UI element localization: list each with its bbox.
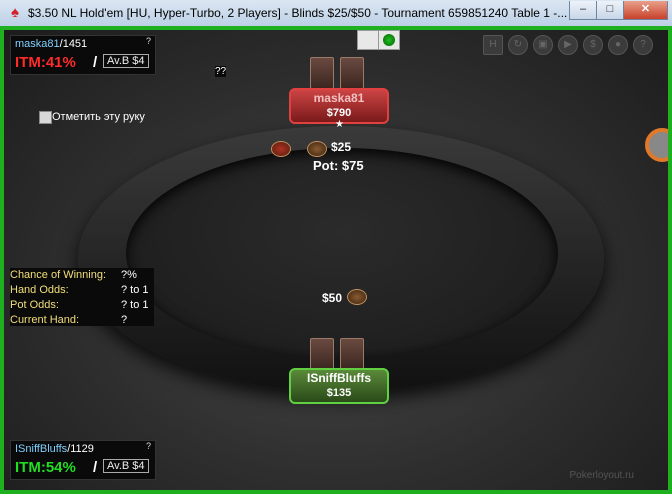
hud-bottom-itm: ITM:54% bbox=[15, 459, 76, 476]
odds-row: Chance of Winning:?% bbox=[10, 268, 154, 283]
hand-history-icon[interactable]: H bbox=[483, 35, 503, 55]
top-bet-amount: $25 bbox=[331, 140, 352, 154]
hud-bottom-line: ISniffBluffs/1129 bbox=[15, 443, 94, 455]
hud-top-itm: ITM:41% bbox=[15, 54, 76, 71]
hud-bottom-user: ISniffBluffs bbox=[15, 443, 68, 455]
star-icon: ★ bbox=[335, 119, 344, 130]
hud-bottom-slash: / bbox=[93, 459, 98, 476]
hud-top-line: maska81/1451 bbox=[15, 38, 87, 50]
odds-label: Pot Odds: bbox=[10, 299, 59, 311]
odds-value: ?% bbox=[121, 269, 137, 281]
replay-icon[interactable]: ▶ bbox=[558, 35, 578, 55]
help-icon[interactable]: ? bbox=[633, 35, 653, 55]
card-back bbox=[340, 57, 364, 89]
minimize-button[interactable]: – bbox=[569, 1, 597, 20]
table-options-icon[interactable] bbox=[645, 128, 668, 162]
odds-value: ? to 1 bbox=[121, 284, 149, 296]
card-back bbox=[340, 338, 364, 370]
hud-top-avb: Av.B $4 bbox=[103, 54, 149, 68]
odds-panel: Chance of Winning:?% Hand Odds: ? to 1 Po… bbox=[10, 268, 154, 326]
odds-row: Current Hand:? bbox=[10, 313, 154, 328]
hud-bottom-hands: /1129 bbox=[67, 443, 94, 455]
bottom-bet-amount: $50 bbox=[322, 291, 343, 305]
close-button[interactable]: ✕ bbox=[623, 1, 668, 20]
lobby-icon[interactable]: ▣ bbox=[533, 35, 553, 55]
odds-label: Current Hand: bbox=[10, 314, 80, 326]
odds-value: ? bbox=[121, 314, 128, 326]
seat-bottom-plate[interactable]: ISniffBluffs $135 bbox=[289, 368, 389, 404]
chip-stack-icon bbox=[347, 289, 367, 305]
maximize-button[interactable]: □ bbox=[596, 1, 624, 20]
mark-hand-checkbox[interactable] bbox=[39, 111, 52, 124]
poker-table-area: maska81/1451 ? ITM:41% / Av.B $4 ?? Отме… bbox=[4, 30, 668, 490]
chip-stack-icon bbox=[307, 141, 327, 157]
settings-icon[interactable]: ● bbox=[608, 35, 628, 55]
hud-bottom-avb: Av.B $4 bbox=[103, 459, 149, 473]
note-tag-icon[interactable] bbox=[357, 30, 379, 50]
odds-label: Chance of Winning: bbox=[10, 269, 106, 281]
hud-top-help-icon[interactable]: ? bbox=[146, 36, 151, 46]
watermark: Pokerloyout.ru bbox=[569, 470, 634, 481]
hud-top-slash: / bbox=[93, 54, 98, 71]
pokerstars-logo-icon: ♠ bbox=[11, 4, 19, 21]
chip-tag-icon[interactable] bbox=[378, 30, 400, 50]
hud-top[interactable]: maska81/1451 ? ITM:41% / Av.B $4 bbox=[10, 35, 156, 75]
seat-bottom-stack: $135 bbox=[326, 387, 352, 399]
card-back bbox=[310, 338, 334, 370]
seat-bottom-name: ISniffBluffs bbox=[307, 371, 371, 385]
card-back bbox=[310, 57, 334, 89]
dealer-button-icon bbox=[271, 141, 291, 157]
table-felt bbox=[126, 148, 558, 358]
seat-top-stack: $790 bbox=[326, 107, 352, 119]
hud-bottom-help-icon[interactable]: ? bbox=[146, 441, 151, 451]
seat-top-name: maska81 bbox=[313, 91, 365, 105]
odds-value: ? to 1 bbox=[121, 299, 149, 311]
title-bar: ♠ $3.50 NL Hold'em [HU, Hyper-Turbo, 2 P… bbox=[0, 0, 672, 27]
chip-icon bbox=[383, 34, 395, 46]
hud-top-user: maska81 bbox=[15, 38, 60, 50]
window-title: $3.50 NL Hold'em [HU, Hyper-Turbo, 2 Pla… bbox=[28, 6, 568, 20]
mark-hand-label: Отметить эту руку bbox=[52, 111, 145, 123]
odds-row: Pot Odds: ? to 1 bbox=[10, 298, 154, 313]
refresh-icon[interactable]: ↻ bbox=[508, 35, 528, 55]
pot-amount: Pot: $75 bbox=[313, 158, 364, 173]
hud-top-hands: /1451 bbox=[59, 38, 88, 50]
odds-label: Hand Odds: bbox=[10, 284, 69, 296]
stray-help-text[interactable]: ?? bbox=[215, 66, 227, 77]
odds-row: Hand Odds: ? to 1 bbox=[10, 283, 154, 298]
hud-bottom[interactable]: ISniffBluffs/1129 ? ITM:54% / Av.B $4 bbox=[10, 440, 156, 480]
cashier-icon[interactable]: $ bbox=[583, 35, 603, 55]
